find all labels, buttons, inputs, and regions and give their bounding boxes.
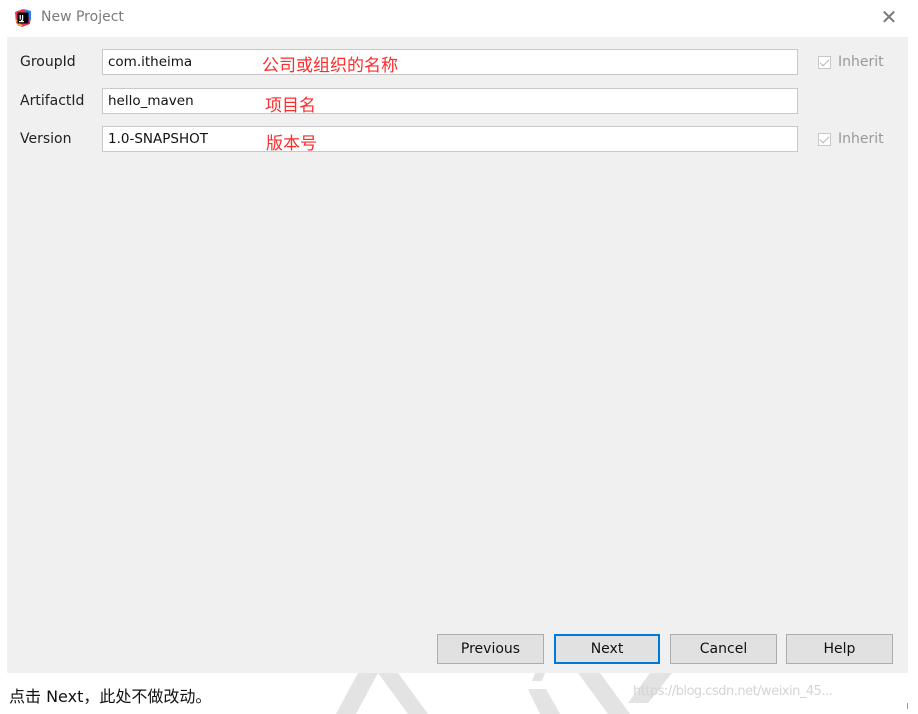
version-inherit-checkbox[interactable]: Inherit bbox=[818, 131, 884, 147]
title-bar: IJ New Project ✕ bbox=[0, 0, 918, 37]
artifactid-input[interactable] bbox=[102, 88, 798, 114]
groupid-inherit-checkbox[interactable]: Inherit bbox=[818, 54, 884, 70]
groupid-label: GroupId bbox=[20, 54, 76, 70]
window-title: New Project bbox=[41, 9, 124, 25]
artifactid-label: ArtifactId bbox=[20, 93, 85, 109]
watermark-stroke bbox=[532, 673, 545, 681]
groupid-input[interactable] bbox=[102, 49, 798, 75]
watermark-stroke bbox=[528, 689, 560, 714]
version-label: Version bbox=[20, 131, 72, 147]
checkbox-checked-icon bbox=[818, 55, 831, 69]
next-button[interactable]: Next bbox=[554, 634, 660, 664]
watermark-stroke bbox=[578, 673, 630, 714]
previous-button[interactable]: Previous bbox=[437, 634, 544, 664]
version-input[interactable] bbox=[102, 126, 798, 152]
close-icon[interactable]: ✕ bbox=[877, 5, 901, 29]
watermark-url: https://blog.csdn.net/weixin_45... bbox=[633, 684, 833, 699]
cancel-button[interactable]: Cancel bbox=[670, 634, 777, 664]
groupid-annotation: 公司或组织的名称 bbox=[262, 56, 398, 76]
checkbox-checked-icon bbox=[818, 132, 831, 146]
watermark-stroke bbox=[336, 673, 378, 714]
watermark-stroke bbox=[378, 673, 428, 714]
inherit-label: Inherit bbox=[838, 54, 884, 70]
caption-text: 点击 Next，此处不做改动。 bbox=[9, 687, 212, 706]
inherit-label: Inherit bbox=[838, 131, 884, 147]
intellij-idea-icon: IJ bbox=[15, 9, 31, 27]
tick-mark bbox=[907, 703, 908, 709]
svg-text:IJ: IJ bbox=[19, 14, 24, 22]
version-annotation: 版本号 bbox=[266, 134, 317, 154]
artifactid-annotation: 项目名 bbox=[265, 96, 316, 116]
help-button[interactable]: Help bbox=[786, 634, 893, 664]
